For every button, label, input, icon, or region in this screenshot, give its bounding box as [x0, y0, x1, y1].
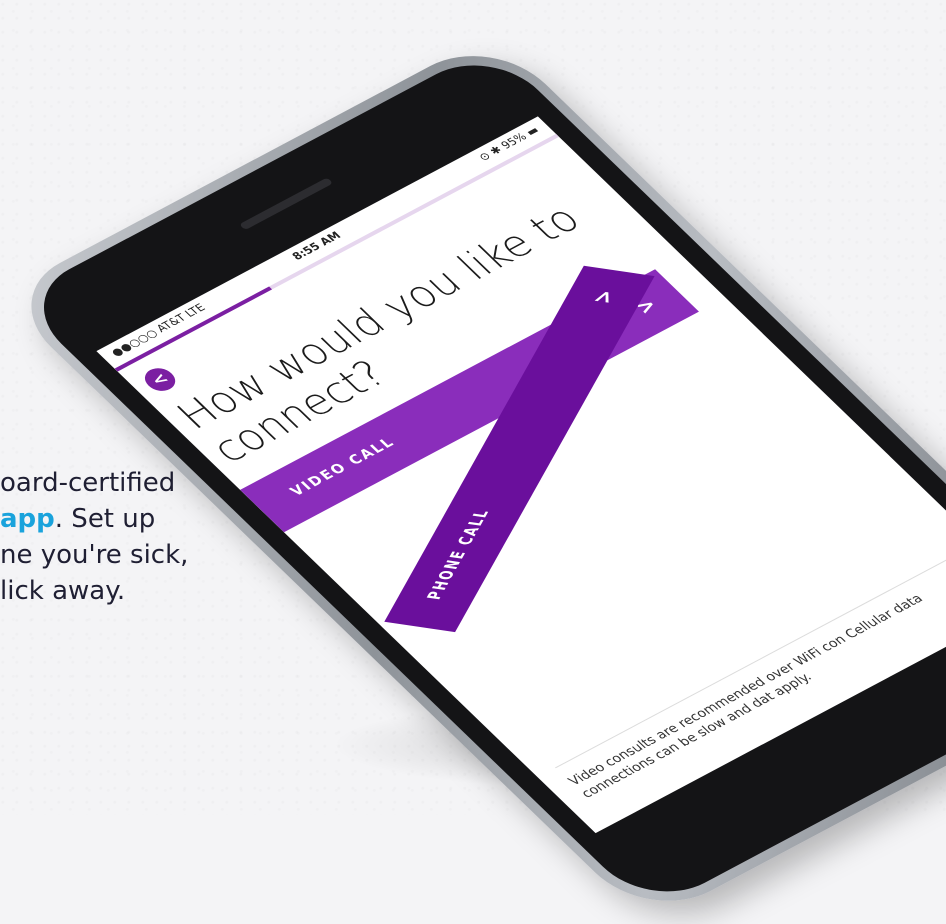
back-button[interactable]: < — [138, 363, 182, 396]
promo-app-link[interactable]: app — [0, 504, 55, 534]
promo-line-4: lick away. — [0, 576, 126, 606]
promo-line-2: app. Set up — [0, 501, 240, 537]
phone-speaker — [238, 177, 334, 231]
phone-call-label: PHONE CALL — [423, 507, 495, 601]
video-call-label: VIDEO CALL — [287, 434, 399, 500]
chevron-right-icon: > — [585, 286, 623, 306]
chevron-left-icon: < — [146, 369, 173, 390]
promo-line-2-rest: . Set up — [54, 504, 156, 534]
promo-line-3: ne you're sick, — [0, 540, 189, 570]
